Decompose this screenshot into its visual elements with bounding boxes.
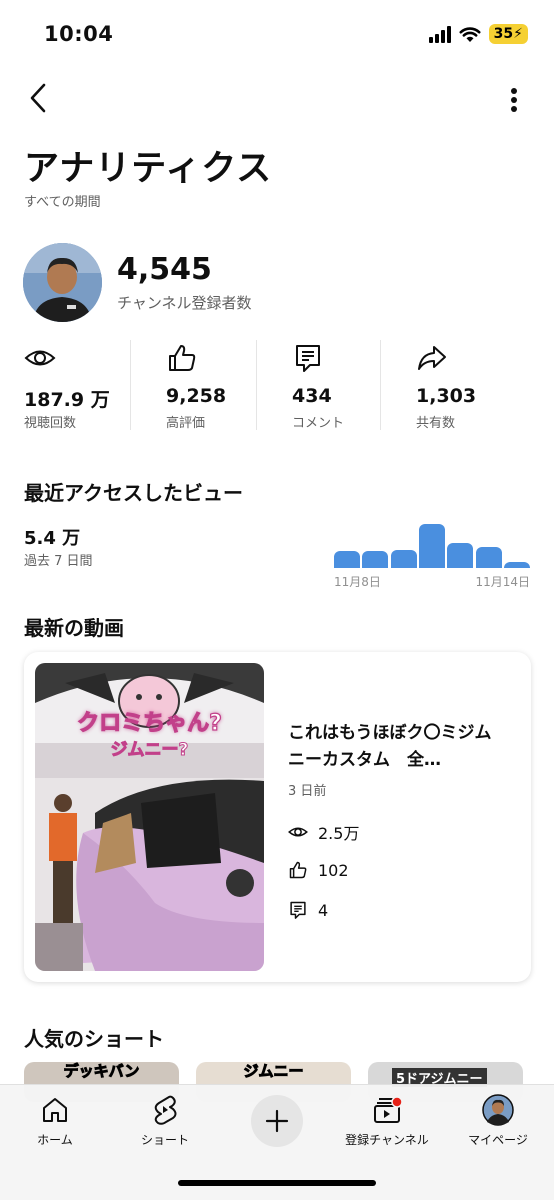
share-icon (418, 346, 446, 370)
cellular-signal-icon (428, 25, 451, 43)
nav-you-label: マイページ (468, 1133, 528, 1147)
eye-icon (288, 827, 308, 837)
plus-icon (265, 1109, 289, 1133)
subscriber-count: 4,545 (117, 252, 212, 287)
subscriptions-icon (374, 1096, 403, 1123)
status-bar: 10:04 35⚡ (0, 0, 554, 66)
home-indicator (178, 1180, 376, 1186)
more-vertical-icon (511, 88, 517, 112)
top-nav (0, 76, 554, 120)
nav-subscriptions[interactable]: 登録チャンネル (342, 1093, 432, 1148)
home-icon (43, 1098, 67, 1122)
recent-views-value: 5.4 万 (24, 528, 81, 549)
stat-likes-value: 9,258 (166, 385, 227, 407)
stat-comments-label: コメント (292, 416, 345, 431)
stat-comments-value: 434 (292, 385, 332, 407)
chart-bar (503, 562, 530, 568)
period-label[interactable]: すべての期間 (24, 191, 101, 210)
battery-indicator: 35⚡ (488, 24, 528, 44)
chevron-left-icon (30, 83, 46, 113)
stats-row: 187.9 万 視聴回数 9,258 高評価 434 コメント 1,303 共有… (0, 340, 554, 432)
video-likes: 102 (288, 860, 349, 880)
video-date: 3 日前 (288, 784, 327, 799)
latest-video-card[interactable]: クロミちゃん? ジムニー? これはもうほぼク〇ミジムニーカスタム 全… 3 日前… (24, 652, 531, 982)
avatar (482, 1094, 514, 1126)
thumb-caption-1: クロミちゃん? (77, 710, 223, 736)
thumbs-up-icon (289, 861, 307, 879)
popular-shorts-title: 人気のショート (24, 1027, 164, 1051)
page-title: アナリティクス (24, 149, 273, 189)
stat-shares-label: 共有数 (416, 416, 456, 431)
stat-shares-value: 1,303 (416, 385, 477, 407)
video-comments: 4 (288, 900, 328, 920)
nav-shorts-label: ショート (140, 1133, 189, 1147)
video-comments-value: 4 (318, 900, 329, 920)
nav-home-label: ホーム (37, 1133, 73, 1147)
chart-bar (390, 550, 417, 568)
recent-views-title: 最近アクセスしたビュー (24, 481, 243, 505)
video-likes-value: 102 (318, 860, 349, 880)
stat-likes-label: 高評価 (166, 416, 206, 431)
nav-subscriptions-label: 登録チャンネル (345, 1133, 429, 1147)
nav-you[interactable]: マイページ (453, 1093, 543, 1148)
create-button[interactable] (251, 1095, 303, 1147)
chart-start-label: 11月8日 (334, 575, 381, 589)
chart-bar (447, 543, 474, 568)
battery-level: 35 (493, 26, 514, 42)
recent-views-chart[interactable]: 11月8日 11月14日 (332, 518, 532, 590)
video-thumbnail[interactable]: クロミちゃん? ジムニー? (35, 663, 264, 971)
stat-views-label: 視聴回数 (24, 416, 77, 431)
shorts-icon (154, 1095, 177, 1125)
short-card-title: デッキバン (63, 1062, 140, 1081)
stat-divider (130, 340, 131, 430)
chart-end-label: 11月14日 (475, 575, 530, 589)
comment-icon (290, 901, 306, 919)
comment-icon (296, 345, 320, 372)
subscriber-label: チャンネル登録者数 (117, 294, 252, 312)
wifi-icon (459, 26, 481, 42)
stat-divider (256, 340, 257, 430)
status-time: 10:04 (44, 22, 114, 46)
video-title[interactable]: これはもうほぼク〇ミジムニーカスタム 全… (288, 720, 508, 774)
recent-views-period: 過去 7 日間 (24, 554, 93, 569)
nav-shorts[interactable]: ショート (120, 1093, 210, 1148)
latest-video-title: 最新の動画 (24, 616, 124, 640)
video-views: 2.5万 (288, 820, 359, 844)
thumb-caption-2: ジムニー? (110, 740, 189, 761)
chart-bar (418, 524, 445, 568)
stat-views-value: 187.9 万 (24, 389, 110, 411)
chart-bar (362, 551, 389, 568)
status-icons: 35⚡ (428, 24, 528, 44)
chart-bar (475, 547, 502, 568)
chart-bar (334, 551, 360, 568)
channel-avatar (23, 243, 102, 322)
thumbs-up-icon (169, 345, 196, 371)
eye-icon (24, 350, 56, 366)
video-views-value: 2.5万 (318, 824, 360, 843)
stat-divider (380, 340, 381, 430)
short-card-title: ジムニー (243, 1062, 304, 1081)
back-button[interactable] (18, 78, 58, 118)
nav-home[interactable]: ホーム (10, 1093, 100, 1148)
more-options-button[interactable] (498, 80, 530, 120)
